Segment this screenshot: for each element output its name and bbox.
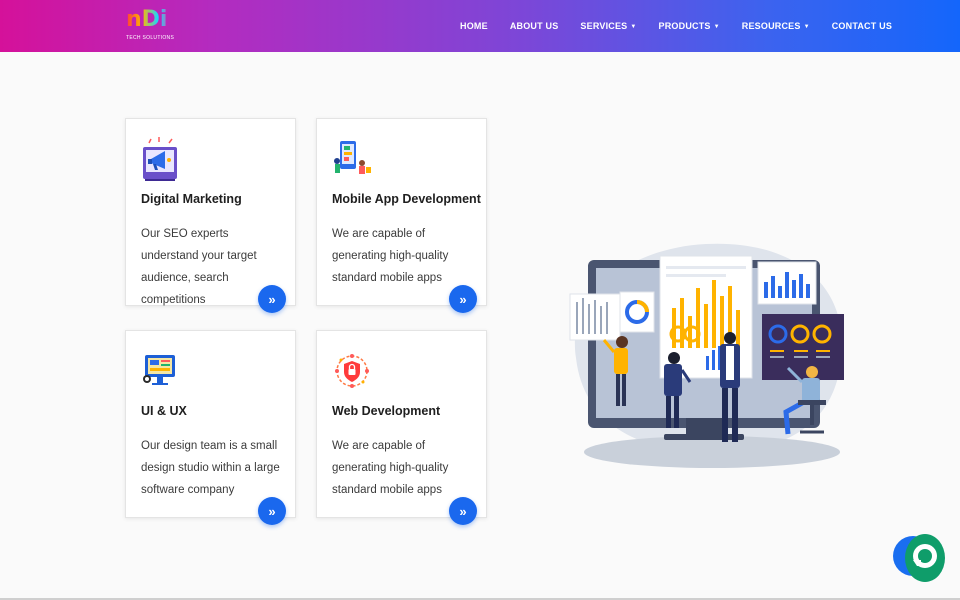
chat-bubble-tail xyxy=(913,560,921,566)
card-title: UI & UX xyxy=(141,404,187,418)
card-description: We are capable of generating high-qualit… xyxy=(332,440,449,496)
megaphone-icon xyxy=(141,137,181,183)
double-chevron-right-icon: » xyxy=(268,291,276,307)
card-more-button[interactable]: » xyxy=(449,285,477,313)
web-security-icon xyxy=(332,349,372,395)
logo-mark: nDi xyxy=(126,8,174,32)
nav-item-about-us[interactable]: ABOUT US xyxy=(510,21,559,31)
nav-menu: HOME ABOUT US SERVICES ▼ PRODUCTS ▼ RESOUR… xyxy=(460,0,914,52)
logo-tagline: TECH SOLUTIONS xyxy=(126,35,175,41)
card-description: Our design team is a small design studio… xyxy=(141,440,280,496)
card-more-button[interactable]: » xyxy=(258,497,286,525)
card-more-button[interactable]: » xyxy=(258,285,286,313)
service-card-web-development: Web Development We are capable of genera… xyxy=(316,330,487,525)
nav-item-services[interactable]: SERVICES ▼ xyxy=(580,21,636,31)
service-card-mobile-app-development: Mobile App Development We are capable of… xyxy=(316,118,487,313)
double-chevron-right-icon: » xyxy=(459,503,467,519)
service-card-ui-ux: UI & UX Our design team is a small desig… xyxy=(125,330,296,525)
chat-launcher-button[interactable] xyxy=(905,534,945,582)
chat-widget[interactable] xyxy=(893,534,949,584)
brand-logo[interactable]: nDi TECH SOLUTIONS xyxy=(126,8,176,44)
card-description: We are capable of generating high-qualit… xyxy=(332,228,449,284)
caret-down-icon: ▼ xyxy=(630,24,637,30)
double-chevron-right-icon: » xyxy=(459,291,467,307)
caret-down-icon: ▼ xyxy=(803,24,810,30)
card-title: Mobile App Development xyxy=(332,192,481,206)
card-more-button[interactable]: » xyxy=(449,497,477,525)
top-navbar: nDi TECH SOLUTIONS HOME ABOUT US SERVICE… xyxy=(0,0,960,52)
mobile-app-icon xyxy=(332,137,372,183)
ui-design-icon xyxy=(141,349,181,395)
nav-item-products[interactable]: PRODUCTS ▼ xyxy=(659,21,720,31)
analytics-team-illustration xyxy=(566,238,854,474)
card-title: Web Development xyxy=(332,404,441,418)
caret-down-icon: ▼ xyxy=(713,24,720,30)
double-chevron-right-icon: » xyxy=(268,503,276,519)
nav-item-resources[interactable]: RESOURCES ▼ xyxy=(742,21,810,31)
card-title: Digital Marketing xyxy=(141,192,242,206)
nav-item-contact-us[interactable]: CONTACT US xyxy=(832,21,892,31)
nav-item-home[interactable]: HOME xyxy=(460,21,488,31)
service-card-digital-marketing: Digital Marketing Our SEO experts unders… xyxy=(125,118,296,313)
